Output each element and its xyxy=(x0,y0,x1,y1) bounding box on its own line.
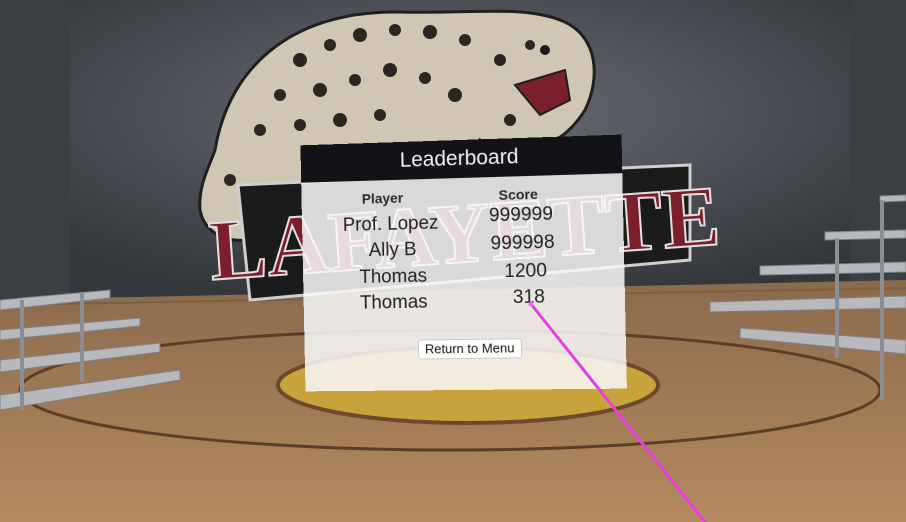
leaderboard-panel: Leaderboard Player Score Prof. Lopez 999… xyxy=(300,134,627,392)
return-to-menu-button[interactable]: Return to Menu xyxy=(417,338,522,360)
row-1-score: 999999 xyxy=(488,203,554,227)
vr-scene: LAFAYETTE Leaderboard Player Score Prof.… xyxy=(0,0,906,522)
left-wall xyxy=(0,0,70,330)
row-3-score: 1200 xyxy=(504,260,548,283)
row-3-player: Thomas xyxy=(359,265,428,288)
leaderboard-title: Leaderboard xyxy=(399,145,519,172)
column-header-player: Player xyxy=(361,189,404,207)
row-1-player: Prof. Lopez xyxy=(342,212,439,236)
leaderboard-body: Player Score Prof. Lopez 999999 Ally B 9… xyxy=(301,173,627,392)
row-4-player: Thomas xyxy=(359,291,428,314)
row-4-score: 318 xyxy=(512,286,546,309)
row-2-player: Ally B xyxy=(368,239,417,261)
column-header-score: Score xyxy=(498,185,539,203)
row-2-score: 999998 xyxy=(490,231,555,255)
